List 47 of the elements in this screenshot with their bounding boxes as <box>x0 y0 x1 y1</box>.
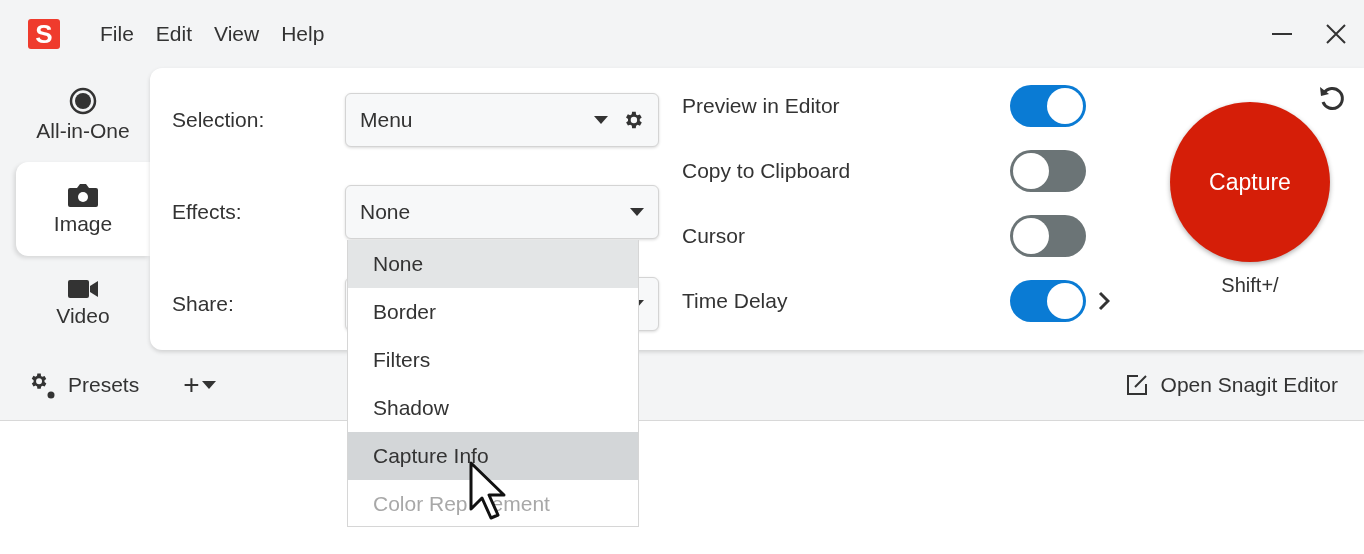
mode-tab[interactable]: Image <box>16 162 150 256</box>
toggle-label: Time Delay <box>682 288 789 313</box>
reset-icon[interactable] <box>1318 84 1346 112</box>
option-label: Shadow <box>373 396 449 420</box>
toggle-label: Cursor <box>682 223 746 248</box>
mode-label: Video <box>56 304 110 328</box>
toggle-label: Preview in Editor <box>682 93 841 118</box>
caret-icon <box>594 116 608 124</box>
shortcut-text: Shift+/ <box>1221 274 1279 297</box>
mode-tab[interactable]: Video <box>16 256 150 350</box>
toggle-switch[interactable] <box>1010 214 1086 257</box>
mode-tab[interactable]: All-in-One <box>16 68 150 162</box>
caret-icon <box>201 381 216 389</box>
record-icon <box>69 87 97 115</box>
mode-label: All-in-One <box>36 119 130 143</box>
option-label: Border <box>373 300 437 324</box>
toggle-switch[interactable] <box>1010 84 1086 127</box>
capture-button[interactable]: Capture <box>1170 102 1330 262</box>
setting-label: Selection: <box>172 108 266 132</box>
menu-option[interactable]: None <box>348 240 638 288</box>
camera-icon <box>67 182 99 208</box>
caret-icon <box>630 208 644 216</box>
close-icon[interactable] <box>1326 24 1346 44</box>
option-label: Color Rep <box>373 492 468 516</box>
toggle-label: Copy to Clipboard <box>682 158 852 183</box>
menu-item[interactable]: File <box>100 22 134 46</box>
menu-item[interactable]: Edit <box>155 22 193 46</box>
option-label: Filters <box>373 348 431 372</box>
add-preset-button[interactable]: + <box>183 369 216 401</box>
edit-icon <box>1124 373 1149 397</box>
menu-item[interactable]: View <box>214 22 260 46</box>
chevron-right-icon[interactable] <box>1098 290 1110 311</box>
dropdown-field[interactable]: Menu <box>345 93 659 147</box>
presets-button[interactable]: Presets <box>28 371 140 399</box>
option-label: None <box>373 252 424 276</box>
menu-item[interactable]: Help <box>281 22 325 46</box>
setting-label: Effects: <box>172 200 243 224</box>
toggle-switch[interactable] <box>1010 279 1086 322</box>
app-logo: S <box>28 19 60 49</box>
mode-label: Image <box>53 212 113 236</box>
open-editor-button[interactable]: Open Snagit Editor <box>1124 373 1338 397</box>
video-camera-icon <box>67 278 99 300</box>
toggle-switch[interactable] <box>1010 149 1086 192</box>
option-label: Capture Info <box>373 444 489 468</box>
setting-label: Share: <box>172 292 235 316</box>
menu-option[interactable]: Capture Info <box>348 432 638 480</box>
dropdown-field[interactable]: None <box>345 185 659 239</box>
